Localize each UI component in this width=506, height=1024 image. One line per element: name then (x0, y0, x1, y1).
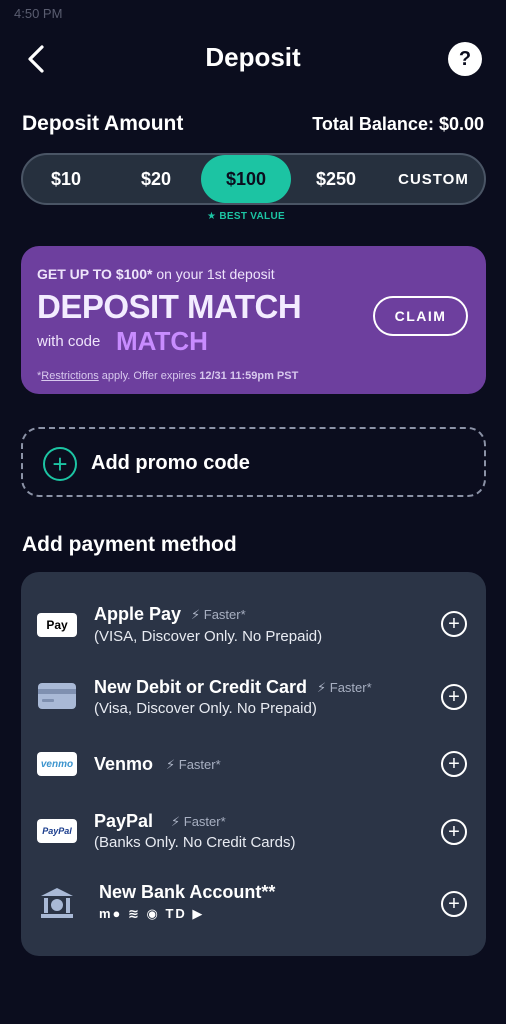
venmo-icon: venmo (37, 752, 77, 776)
apple-pay-sub: (VISA, Discover Only. No Prepaid) (94, 628, 323, 645)
promo-code-value: MATCH (116, 326, 208, 356)
add-glyph: + (448, 686, 460, 708)
payment-method-paypal[interactable]: PayPal PayPal ⚡ Faster* (Banks Only. No … (21, 798, 486, 868)
lightning-icon: ⚡ (166, 757, 176, 772)
card-sub: (Visa, Discover Only. No Prepaid) (94, 700, 317, 717)
lightning-icon: ⚡ (191, 607, 201, 622)
promo-with-code: with code (37, 333, 101, 350)
apple-pay-faster: ⚡ Faster* (191, 607, 246, 623)
faster-label: Faster* (203, 607, 246, 622)
help-button[interactable]: ? (448, 42, 482, 76)
paypal-name: PayPal (94, 811, 154, 831)
lightning-icon: ⚡ (317, 680, 327, 695)
plus-glyph: + (52, 449, 68, 479)
venmo-icon-text: venmo (40, 758, 74, 770)
bank-icon (39, 886, 75, 920)
payment-method-card[interactable]: New Debit or Credit Card ⚡ Faster* (Visa… (21, 662, 486, 732)
amount-option-custom[interactable]: CUSTOM (383, 155, 484, 203)
apple-pay-name: Apple Pay (94, 604, 182, 624)
best-value-badge: ★ BEST VALUE (207, 211, 285, 222)
faster-label: Faster* (329, 680, 372, 695)
amount-option-20[interactable]: $20 (111, 155, 201, 203)
payment-method-apple-pay[interactable]: Pay Apple Pay ⚡ Faster* (VISA, Discover … (21, 590, 486, 660)
add-venmo-icon[interactable]: + (441, 751, 467, 777)
payment-methods-list: Pay Apple Pay ⚡ Faster* (VISA, Discover … (21, 572, 486, 956)
add-glyph: + (448, 893, 460, 915)
venmo-name: Venmo (94, 754, 154, 774)
amount-option-100[interactable]: $100 (201, 155, 291, 203)
faster-label: Faster* (183, 814, 226, 829)
paypal-icon-text: PayPal (42, 826, 72, 836)
bank-name: New Bank Account** (99, 882, 276, 902)
help-bubble-icon: ? (458, 47, 472, 70)
amount-option-10[interactable]: $10 (23, 155, 109, 203)
payment-method-bank[interactable]: New Bank Account** m● ≋ ◉ TD ▶ + (21, 872, 486, 940)
deposit-match-promo: GET UP TO $100* on your 1st deposit DEPO… (21, 246, 486, 394)
add-promo-code-label: Add promo code (91, 452, 250, 474)
amount-option-250[interactable]: $250 (291, 155, 381, 203)
promo-headline: GET UP TO $100* on your 1st deposit (37, 266, 275, 282)
restrictions-link[interactable]: Restrictions (41, 370, 98, 382)
card-name: New Debit or Credit Card (94, 677, 308, 697)
deposit-amount-label: Deposit Amount (22, 112, 184, 135)
add-promo-code-row[interactable]: + Add promo code (21, 427, 486, 497)
add-paypal-icon[interactable]: + (441, 819, 467, 845)
paypal-icon: PayPal (37, 819, 77, 843)
fine-date: 12/31 11:59pm PST (199, 370, 299, 382)
payment-method-label: Add payment method (22, 533, 237, 556)
amount-selector: $10 $20 $100 $250 CUSTOM (21, 153, 486, 205)
card-faster: ⚡ Faster* (317, 680, 372, 696)
status-time: 4:50 PM (14, 6, 63, 21)
venmo-faster: ⚡ Faster* (166, 757, 221, 773)
credit-card-icon (37, 682, 77, 710)
claim-button[interactable]: CLAIM (373, 296, 468, 336)
total-balance: Total Balance: $0.00 (312, 114, 484, 134)
payment-method-venmo[interactable]: venmo Venmo ⚡ Faster* + (21, 734, 486, 794)
add-glyph: + (448, 821, 460, 843)
add-glyph: + (448, 753, 460, 775)
apple-pay-icon: Pay (37, 613, 77, 637)
add-glyph: + (448, 613, 460, 635)
plus-circle-icon: + (43, 447, 77, 481)
apple-pay-icon-text: Pay (46, 618, 68, 632)
add-bank-icon[interactable]: + (441, 891, 467, 917)
promo-headline-bold: GET UP TO $100* (37, 266, 153, 282)
promo-fine-print: *Restrictions apply. Offer expires 12/31… (37, 370, 298, 382)
bank-logos: m● ≋ ◉ TD ▶ (99, 906, 205, 921)
promo-headline-light: on your 1st deposit (152, 266, 275, 282)
lightning-icon: ⚡ (171, 814, 181, 829)
paypal-faster: ⚡ Faster* (171, 814, 226, 830)
fine-mid: apply. Offer expires (98, 370, 200, 382)
add-apple-pay-icon[interactable]: + (441, 611, 467, 637)
page-title: Deposit (205, 42, 301, 72)
paypal-sub: (Banks Only. No Credit Cards) (94, 834, 296, 851)
promo-title: DEPOSIT MATCH (37, 288, 302, 325)
faster-label: Faster* (178, 757, 221, 772)
add-card-icon[interactable]: + (441, 684, 467, 710)
